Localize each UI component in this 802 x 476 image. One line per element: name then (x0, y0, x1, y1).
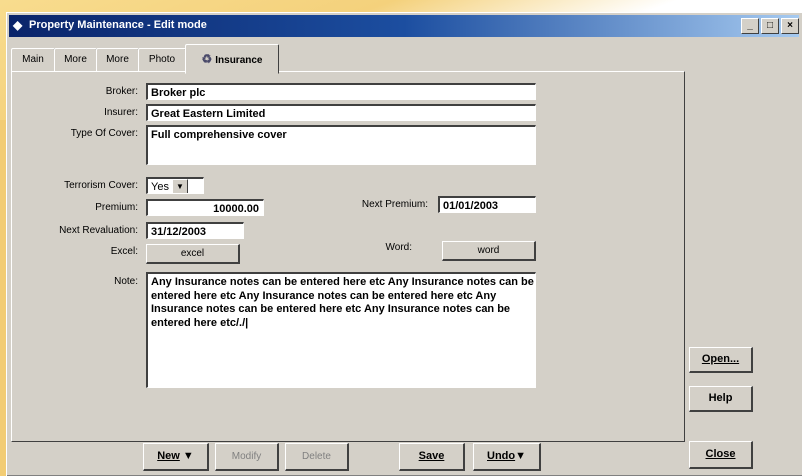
insurer-label: Insurer: (104, 107, 138, 118)
tab-more-1[interactable]: More (54, 48, 97, 72)
maximize-button[interactable]: □ (761, 18, 779, 34)
cover-label: Type Of Cover: (70, 128, 138, 139)
tab-insurance-label: Insurance (215, 55, 263, 66)
word-button[interactable]: word (442, 241, 536, 261)
delete-button[interactable]: Delete (285, 443, 349, 471)
modify-button[interactable]: Modify (215, 443, 279, 471)
window-title: Property Maintenance - Edit mode (29, 19, 207, 31)
undo-button-label: Undo (487, 450, 516, 462)
insurance-icon: ♻ (201, 52, 213, 66)
next-premium-label: Next Premium: (361, 199, 428, 210)
chevron-down-icon[interactable]: ▼ (171, 179, 188, 193)
next-revaluation-label: Next Revaluation: (59, 225, 138, 236)
premium-label: Premium: (95, 202, 138, 213)
tab-more-2[interactable]: More (96, 48, 139, 72)
open-button[interactable]: Open... (689, 347, 753, 373)
note-textarea[interactable]: Any Insurance notes can be entered here … (146, 272, 536, 388)
terrorism-value: Yes (151, 181, 169, 193)
save-button[interactable]: Save (399, 443, 465, 471)
tab-insurance[interactable]: ♻ Insurance (185, 44, 279, 74)
next-premium-input[interactable]: 01/01/2003 (438, 196, 536, 213)
window-controls: _ □ × (741, 18, 799, 34)
property-maintenance-window: ◆ Property Maintenance - Edit mode _ □ ×… (6, 12, 802, 476)
broker-input[interactable]: Broker plc (146, 83, 536, 100)
next-revaluation-input[interactable]: 31/12/2003 (146, 222, 244, 239)
close-window-button[interactable]: × (781, 18, 799, 34)
terrorism-label: Terrorism Cover: (64, 180, 138, 191)
cover-input[interactable]: Full comprehensive cover (146, 125, 536, 165)
save-button-label: Save (418, 450, 445, 462)
premium-input[interactable]: 10000.00 (146, 199, 264, 216)
minimize-button[interactable]: _ (741, 18, 759, 34)
new-button[interactable]: New ▼ (143, 443, 209, 471)
new-dropdown-icon: ▼ (182, 450, 194, 462)
close-button-label: Close (705, 448, 736, 460)
note-label: Note: (114, 276, 138, 287)
word-label: Word: (385, 242, 413, 253)
insurer-input[interactable]: Great Eastern Limited (146, 104, 536, 121)
new-button-label: New (157, 450, 180, 462)
help-button[interactable]: Help (689, 386, 753, 412)
tab-main[interactable]: Main (11, 48, 55, 72)
undo-button[interactable]: Undo▼ (473, 443, 541, 471)
app-icon: ◆ (13, 18, 23, 32)
terrorism-select[interactable]: Yes ▼ (146, 177, 204, 194)
close-button[interactable]: Close (689, 441, 753, 469)
insurance-panel: Broker: Broker plc Insurer: Great Easter… (11, 71, 685, 442)
undo-dropdown-icon: ▼ (515, 450, 526, 462)
excel-button[interactable]: excel (146, 244, 240, 264)
tab-photo[interactable]: Photo (138, 48, 186, 72)
title-bar[interactable]: ◆ Property Maintenance - Edit mode _ □ × (9, 15, 799, 37)
excel-label: Excel: (110, 246, 138, 257)
broker-label: Broker: (105, 86, 138, 97)
open-button-label: Open... (701, 353, 740, 365)
